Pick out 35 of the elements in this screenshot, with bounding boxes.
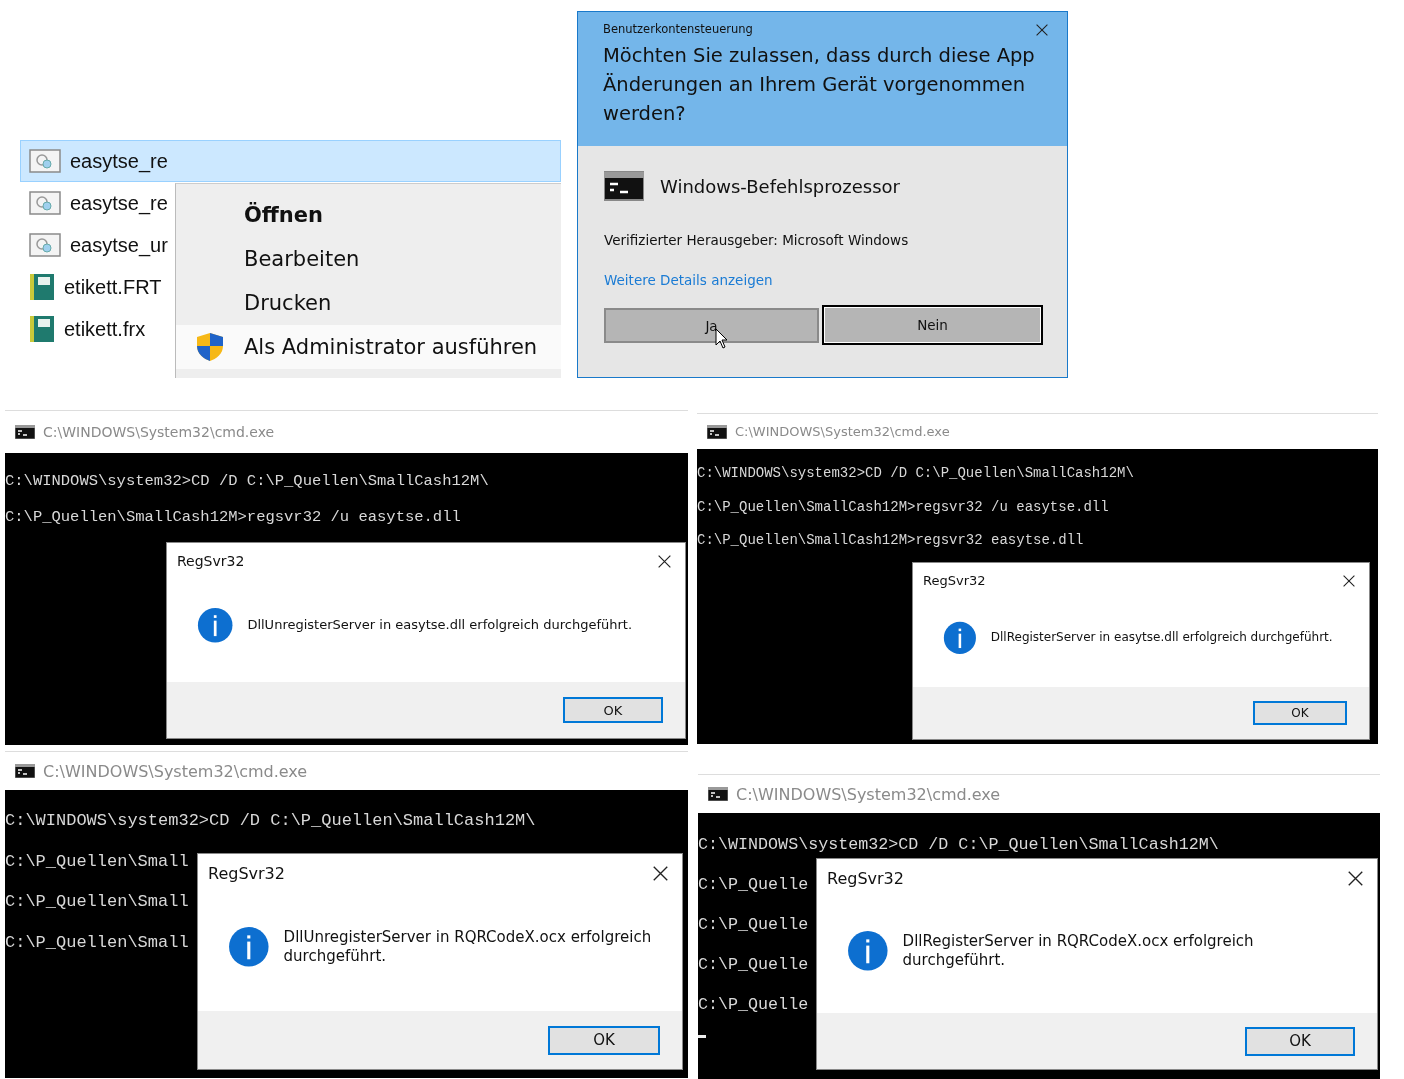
- console-line: C:\P_Quellen\Small: [5, 891, 189, 914]
- console-line: C:\P_Quellen\SmallCash12M>regsvr32 /u easytse.dll: [697, 497, 1109, 517]
- console-line: C:\WINDOWS\system32>CD /D C:\P_Quellen\SmallCash12M\: [697, 464, 1134, 483]
- file-name: easytse_re: [70, 149, 168, 173]
- dialog-message: DllUnregisterServer in RQRCodeX.ocx erfolgreich durchgeführt.: [283, 928, 653, 966]
- file-name: etikett.frx: [64, 317, 146, 341]
- dialog-message: DllRegisterServer in RQRCodeX.ocx erfolgreich durchgeführt.: [902, 931, 1255, 970]
- dialog-title: RegSvr32: [827, 869, 904, 888]
- dialog-message: DllUnregisterServer in easytse.dll erfolgreich durchgeführt.: [247, 617, 633, 634]
- console-line: C:\WINDOWS\system32>CD /D C:\P_Quellen\SmallCash12M\: [698, 834, 1219, 856]
- app-name: Windows-Befehlsprozessor: [660, 175, 900, 197]
- console-line: C:\P_Quelle: [698, 874, 809, 896]
- file-name: etikett.FRT: [64, 275, 162, 299]
- dialog-title: RegSvr32: [923, 573, 986, 588]
- window-title: C:\WINDOWS\System32\cmd.exe: [736, 784, 1001, 804]
- console-line: C:\WINDOWS\system32>CD /D C:\P_Quellen\SmallCash12M\: [5, 810, 536, 832]
- dialog-message: DllRegisterServer in easytse.dll erfolgreich durchgeführt.: [990, 630, 1333, 645]
- console-line: C:\P_Quelle: [698, 994, 809, 1016]
- window-title: C:\WINDOWS\System32\cmd.exe: [43, 761, 308, 781]
- window-title: C:\WINDOWS\System32\cmd.exe: [735, 424, 950, 439]
- dialog-question: Möchten Sie zulassen, dass durch diese App Änderungen an Ihrem Gerät vorgenommen werden?: [603, 43, 1036, 127]
- console-line: C:\P_Quellen\SmallCash12M>regsvr32 easytse.dll: [697, 531, 1084, 550]
- file-name: easytse_ur: [70, 233, 168, 257]
- file-name: easytse_re: [70, 191, 168, 215]
- window-title: C:\WINDOWS\System32\cmd.exe: [43, 424, 275, 440]
- console-line: C:\P_Quellen\SmallCash12M>regsvr32 /u easytse.dll: [5, 507, 461, 528]
- console-line: C:\P_Quellen\Small: [5, 932, 189, 955]
- dialog-title: Benutzerkontensteuerung: [603, 22, 754, 36]
- console-line: C:\P_Quelle: [698, 914, 809, 936]
- console-line: C:\WINDOWS\system32>CD /D C:\P_Quellen\SmallCash12M\: [5, 471, 489, 492]
- publisher-text: Verifizierter Herausgeber: Microsoft Windows: [604, 232, 910, 248]
- dialog-title: RegSvr32: [208, 864, 285, 883]
- dialog-title: RegSvr32: [177, 553, 245, 569]
- console-line: C:\P_Quellen\Small: [5, 850, 189, 873]
- console-line: C:\P_Quelle: [698, 954, 809, 976]
